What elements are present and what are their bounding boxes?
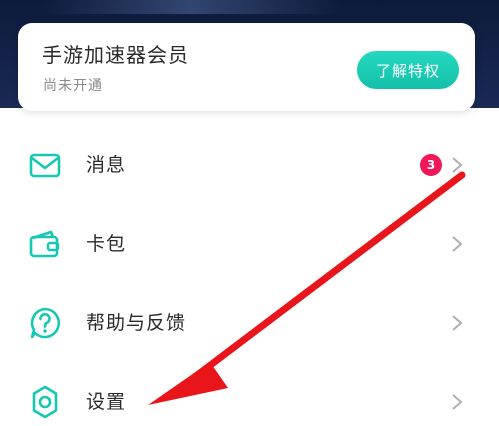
chevron-right-icon: [452, 315, 463, 331]
menu-item-label: 帮助与反馈: [86, 312, 187, 334]
message-envelope-icon: [29, 153, 61, 178]
help-question-icon: [30, 307, 61, 339]
screen: 手游加速器会员 尚未开通 了解特权 消息 3 卡包 帮助与反馈 设置: [0, 0, 499, 426]
menu-item-label: 卡包: [86, 233, 127, 255]
chevron-right-icon: [452, 394, 463, 410]
menu-item-label: 消息: [86, 154, 127, 176]
menu-item-messages[interactable]: 消息 3: [0, 133, 499, 195]
menu-item-settings[interactable]: 设置: [0, 370, 499, 426]
menu-item-card-wallet[interactable]: 卡包: [0, 212, 499, 274]
membership-status: 尚未开通: [43, 78, 103, 94]
wallet-icon: [29, 230, 60, 258]
unread-count-badge: 3: [420, 154, 442, 176]
settings-gear-icon: [32, 385, 58, 419]
membership-card[interactable]: 手游加速器会员 尚未开通 了解特权: [18, 23, 475, 111]
chevron-right-icon: [452, 157, 463, 173]
menu-item-label: 设置: [86, 391, 127, 413]
chevron-right-icon: [452, 236, 463, 252]
view-privileges-button[interactable]: 了解特权: [357, 51, 459, 89]
menu-item-help-feedback[interactable]: 帮助与反馈: [0, 291, 499, 353]
membership-title: 手游加速器会员: [42, 43, 189, 67]
